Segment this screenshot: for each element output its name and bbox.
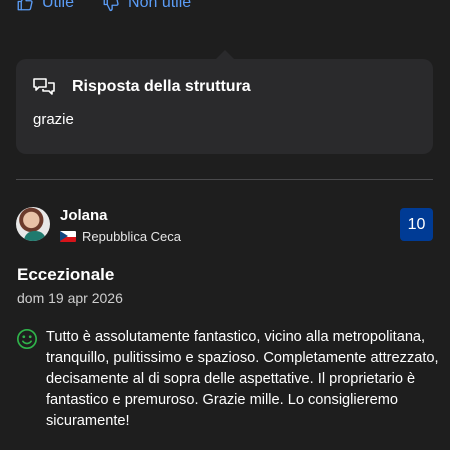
response-text: grazie xyxy=(33,111,74,128)
review-date: dom 19 apr 2026 xyxy=(17,290,123,306)
response-title: Risposta della struttura xyxy=(72,78,251,95)
thumbs-up-icon xyxy=(17,0,33,11)
helpful-button[interactable]: Utile xyxy=(16,0,74,12)
section-divider xyxy=(16,179,433,180)
helpful-vote-row: Utile Non utile xyxy=(16,0,219,13)
review-body: Tutto è assolutamente fantastico, vicino… xyxy=(46,329,439,429)
score-badge: 10 xyxy=(400,208,433,241)
thumbs-down-icon xyxy=(103,0,119,12)
speech-bubbles-icon xyxy=(33,78,55,95)
avatar xyxy=(16,207,50,241)
reviewer-name: Jolana xyxy=(60,207,108,224)
review-title: Eccezionale xyxy=(17,265,115,284)
smile-icon xyxy=(17,329,37,349)
not-helpful-label: Non utile xyxy=(128,0,192,11)
czech-flag-icon xyxy=(60,231,76,242)
property-response-card: Risposta della struttura grazie xyxy=(16,59,433,154)
helpful-label: Utile xyxy=(42,0,75,11)
not-helpful-button[interactable]: Non utile xyxy=(102,0,191,12)
country-label: Repubblica Ceca xyxy=(82,229,182,244)
avatar-body xyxy=(24,231,46,241)
response-header: Risposta della struttura xyxy=(32,75,251,99)
review-page: Utile Non utile Risposta della struttura… xyxy=(0,0,450,450)
reviewer-country: Repubblica Ceca xyxy=(60,229,181,244)
